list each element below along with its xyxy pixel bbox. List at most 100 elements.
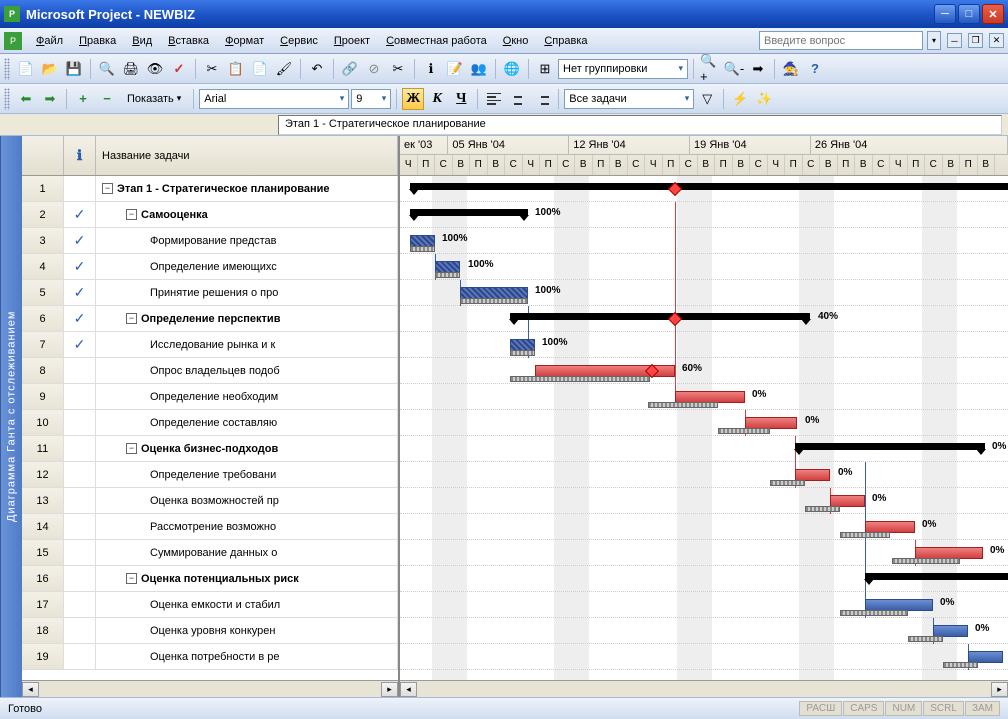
progress-label[interactable]: 100% — [535, 285, 561, 296]
task-name-cell[interactable]: Оценка емкости и стабил — [96, 592, 398, 618]
italic-button[interactable]: К — [426, 88, 448, 110]
row-number[interactable]: 14 — [22, 514, 64, 540]
row-number[interactable]: 2 — [22, 202, 64, 228]
menu-Вставка[interactable]: Вставка — [160, 32, 217, 50]
table-row[interactable]: 11 −Оценка бизнес-подходов — [22, 436, 398, 462]
baseline-bar[interactable] — [805, 506, 840, 512]
print-button[interactable]: 🖨 — [120, 58, 142, 80]
filter-combo[interactable]: Все задачи▾ — [564, 89, 694, 109]
column-name-header[interactable]: Название задачи — [96, 136, 398, 175]
baseline-bar[interactable] — [892, 558, 960, 564]
open-button[interactable]: 📂 — [39, 58, 61, 80]
summary-bar[interactable] — [410, 209, 528, 216]
align-center-button[interactable] — [507, 88, 529, 110]
row-number[interactable]: 6 — [22, 306, 64, 332]
column-id-header[interactable] — [22, 136, 64, 175]
task-name-cell[interactable]: −Самооценка — [96, 202, 398, 228]
copy-button[interactable]: 📋 — [225, 58, 247, 80]
table-row[interactable]: 6✓−Определение перспектив — [22, 306, 398, 332]
table-row[interactable]: 13Оценка возможностей пр — [22, 488, 398, 514]
table-row[interactable]: 15Суммирование данных о — [22, 540, 398, 566]
inner-close-button[interactable]: ✕ — [989, 33, 1004, 48]
menu-Правка[interactable]: Правка — [71, 32, 124, 50]
menu-Окно[interactable]: Окно — [495, 32, 537, 50]
table-row[interactable]: 10Определение составляю — [22, 410, 398, 436]
table-row[interactable]: 7✓Исследование рынка и к — [22, 332, 398, 358]
link-button[interactable]: 🔗 — [339, 58, 361, 80]
table-row[interactable]: 9Определение необходим — [22, 384, 398, 410]
preview-button[interactable]: 👁 — [144, 58, 166, 80]
baseline-bar[interactable] — [648, 402, 718, 408]
menu-Файл[interactable]: Файл — [28, 32, 71, 50]
progress-label[interactable]: 0% — [752, 389, 766, 400]
inner-restore-button[interactable]: ❐ — [968, 33, 983, 48]
toolbar-grip[interactable] — [4, 88, 10, 110]
progress-label[interactable]: 100% — [535, 207, 561, 218]
scroll-left-button[interactable]: ◂ — [22, 682, 39, 697]
undo-button[interactable]: ↶ — [306, 58, 328, 80]
table-row[interactable]: 1−Этап 1 - Стратегическое планирование — [22, 176, 398, 202]
row-number[interactable]: 17 — [22, 592, 64, 618]
close-button[interactable]: ✕ — [982, 4, 1004, 24]
task-name-cell[interactable]: Оценка уровня конкурен — [96, 618, 398, 644]
task-name-cell[interactable]: Определение необходим — [96, 384, 398, 410]
baseline-bar[interactable] — [460, 298, 528, 304]
help-dropdown-button[interactable]: ▾ — [927, 31, 941, 50]
gantt-scroll-right-button[interactable]: ▸ — [991, 682, 1008, 697]
task-name-cell[interactable]: Исследование рынка и к — [96, 332, 398, 358]
gantt-scrollbar-h[interactable]: ◂ ▸ — [400, 680, 1008, 697]
underline-button[interactable]: Ч — [450, 88, 472, 110]
maximize-button[interactable]: □ — [958, 4, 980, 24]
baseline-bar[interactable] — [840, 610, 908, 616]
gantt-scroll-left-button[interactable]: ◂ — [400, 682, 417, 697]
table-scrollbar-h[interactable]: ◂ ▸ — [22, 680, 398, 697]
resources-button[interactable]: 👥 — [468, 58, 490, 80]
progress-label[interactable]: 100% — [442, 233, 468, 244]
note-button[interactable]: 📝 — [444, 58, 466, 80]
nav-back-button[interactable]: ⬅ — [15, 88, 37, 110]
progress-label[interactable]: 0% — [872, 493, 886, 504]
progress-label[interactable]: 0% — [975, 623, 989, 634]
baseline-bar[interactable] — [510, 350, 535, 356]
menu-Справка[interactable]: Справка — [536, 32, 595, 50]
group-combo[interactable]: Нет группировки▾ — [558, 59, 688, 79]
new-button[interactable]: 📄 — [15, 58, 37, 80]
row-number[interactable]: 7 — [22, 332, 64, 358]
table-row[interactable]: 19Оценка потребности в ре — [22, 644, 398, 670]
minimize-button[interactable]: ─ — [934, 4, 956, 24]
summary-bar[interactable] — [410, 183, 1008, 190]
split-button[interactable]: ✂ — [387, 58, 409, 80]
toolbar-grip[interactable] — [4, 58, 10, 80]
inner-minimize-button[interactable]: ─ — [947, 33, 962, 48]
row-number[interactable]: 3 — [22, 228, 64, 254]
task-name-cell[interactable]: Определение требовани — [96, 462, 398, 488]
indent-button[interactable]: − — [96, 88, 118, 110]
task-name-cell[interactable]: Определение имеющихс — [96, 254, 398, 280]
progress-label[interactable]: 0% — [922, 519, 936, 530]
task-name-cell[interactable]: Суммирование данных о — [96, 540, 398, 566]
table-row[interactable]: 14Рассмотрение возможно — [22, 514, 398, 540]
outdent-button[interactable]: + — [72, 88, 94, 110]
baseline-bar[interactable] — [410, 246, 435, 252]
row-number[interactable]: 5 — [22, 280, 64, 306]
row-number[interactable]: 13 — [22, 488, 64, 514]
task-name-cell[interactable]: −Оценка потенциальных риск — [96, 566, 398, 592]
row-number[interactable]: 8 — [22, 358, 64, 384]
task-name-cell[interactable]: Опрос владельцев подоб — [96, 358, 398, 384]
paste-button[interactable]: 📄 — [249, 58, 271, 80]
menu-Формат[interactable]: Формат — [217, 32, 272, 50]
help-search-input[interactable] — [759, 31, 923, 50]
task-name-cell[interactable]: −Оценка бизнес-подходов — [96, 436, 398, 462]
table-row[interactable]: 17 Оценка емкости и стабил — [22, 592, 398, 618]
publish-button[interactable]: 🌐 — [501, 58, 523, 80]
formula-cell[interactable]: Этап 1 - Стратегическое планирование — [278, 115, 1002, 135]
spellcheck-button[interactable]: ✓ — [168, 58, 190, 80]
cut-button[interactable]: ✂ — [201, 58, 223, 80]
baseline-bar[interactable] — [908, 636, 943, 642]
row-number[interactable]: 16 — [22, 566, 64, 592]
zoom-in-button[interactable]: 🔍+ — [699, 58, 721, 80]
show-button[interactable]: Показать▾ — [120, 90, 188, 108]
baseline-bar[interactable] — [718, 428, 770, 434]
progress-label[interactable]: 60% — [682, 363, 702, 374]
row-number[interactable]: 11 — [22, 436, 64, 462]
